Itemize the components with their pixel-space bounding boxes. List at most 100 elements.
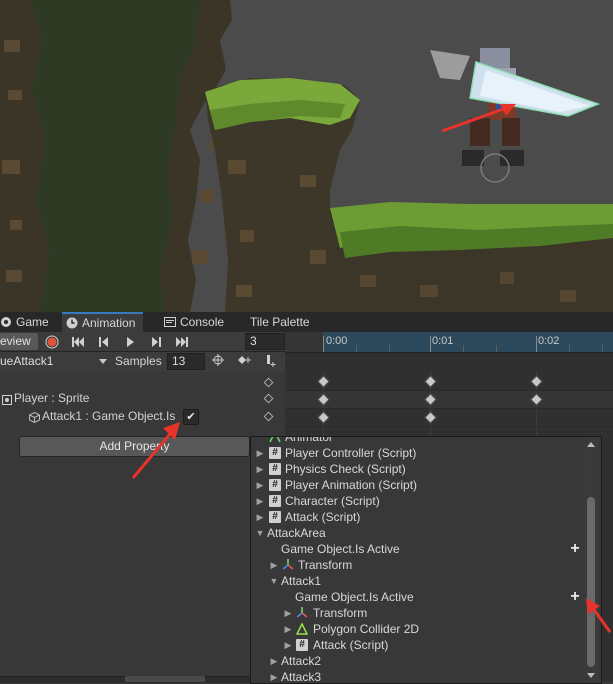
- keyframe[interactable]: [530, 393, 543, 406]
- scroll-up-icon[interactable]: [587, 442, 595, 447]
- keyframe[interactable]: [424, 393, 437, 406]
- keyframe[interactable]: [424, 411, 437, 424]
- preview-button[interactable]: eview: [0, 333, 38, 350]
- script-icon: #: [269, 511, 281, 523]
- chevron-right-icon: ▶: [256, 464, 264, 474]
- chevron-right-icon: ▶: [256, 480, 264, 490]
- add-property-button[interactable]: Add Property: [19, 436, 250, 457]
- transform-icon: [282, 559, 294, 571]
- ruler-label: 0:00: [326, 335, 348, 347]
- scroll-thumb[interactable]: [587, 497, 595, 667]
- time-ruler[interactable]: 0:00 0:01 0:02: [285, 332, 613, 353]
- keyframe[interactable]: [317, 393, 330, 406]
- add-attackarea-active-button[interactable]: +: [568, 541, 582, 557]
- samples-field[interactable]: 13: [167, 353, 205, 370]
- chevron-right-icon: ▶: [284, 608, 292, 618]
- script-icon: #: [269, 495, 281, 507]
- popup-item-label: Game Object.Is Active: [295, 590, 414, 604]
- ruler-label: 0:01: [432, 335, 454, 347]
- keyframe[interactable]: [317, 411, 330, 424]
- script-icon: #: [269, 463, 281, 475]
- popup-item[interactable]: ▶ # Attack (Script): [251, 509, 581, 525]
- ruler-tick: [430, 336, 431, 352]
- popup-item[interactable]: ▶ # Player Controller (Script): [251, 445, 581, 461]
- tab-console[interactable]: Console: [160, 312, 232, 332]
- popup-item-label: Transform: [298, 558, 353, 572]
- chevron-right-icon: ▶: [270, 560, 278, 570]
- chevron-right-icon: ▶: [256, 448, 264, 458]
- add-property-popup[interactable]: Animator ▶ # Player Controller (Script) …: [250, 436, 602, 684]
- last-keyframe-button[interactable]: [170, 333, 194, 350]
- ruler-tick: [496, 345, 497, 352]
- record-icon: [45, 335, 59, 349]
- ruler-tick: [536, 336, 537, 352]
- popup-item[interactable]: ▶ # Character (Script): [251, 493, 581, 509]
- clock-icon: [66, 316, 78, 329]
- popup-item[interactable]: Game Object.Is Active: [251, 589, 581, 605]
- add-event-button[interactable]: [258, 354, 282, 371]
- ruler-tick: [602, 345, 603, 352]
- script-icon: #: [296, 639, 308, 651]
- ruler-tick: [323, 336, 324, 352]
- add-keyframe-button[interactable]: [232, 354, 256, 371]
- popup-item-label: Attack1: [281, 574, 322, 588]
- step-back-icon: [99, 337, 108, 347]
- popup-group-attack2[interactable]: ▶ Attack2: [251, 653, 581, 669]
- popup-item-label: AttackArea: [267, 526, 326, 540]
- keyframe[interactable]: [317, 375, 330, 388]
- animation-playback-toolbar: eview 3: [0, 332, 285, 352]
- popup-item[interactable]: ▶ Transform: [251, 605, 581, 621]
- popup-item-label: Game Object.Is Active: [281, 542, 400, 556]
- popup-item[interactable]: Animator: [251, 436, 581, 445]
- property-row-attack1-active[interactable]: Attack1 : Game Object.Is ✔: [0, 408, 285, 425]
- scene-view[interactable]: [0, 0, 613, 312]
- popup-scrollbar[interactable]: [584, 437, 598, 682]
- chevron-right-icon: ▶: [256, 496, 264, 506]
- current-frame-field[interactable]: 3: [245, 333, 285, 350]
- polygon-collider-icon: [295, 622, 309, 635]
- popup-item-label: Animator: [285, 436, 334, 444]
- ruler-tick: [356, 345, 357, 352]
- scroll-down-icon[interactable]: [587, 673, 595, 678]
- skip-start-icon: [72, 337, 84, 347]
- prev-keyframe-button[interactable]: [92, 333, 116, 350]
- popup-item[interactable]: ▶ # Attack (Script): [251, 637, 581, 653]
- popup-group-attackarea[interactable]: ▼ AttackArea: [251, 525, 581, 541]
- tab-animation[interactable]: Animation: [62, 312, 144, 332]
- footer-tab[interactable]: [125, 676, 205, 682]
- keyframe[interactable]: [424, 375, 437, 388]
- active-checkbox[interactable]: ✔: [183, 409, 199, 425]
- keyframe[interactable]: [530, 375, 543, 388]
- popup-item[interactable]: ▶ Transform: [251, 557, 581, 573]
- play-icon: [127, 337, 134, 347]
- property-list: Player : Sprite Attack1 : Game Object.Is…: [0, 372, 285, 682]
- keyframe-toggle-icon[interactable]: [263, 377, 274, 388]
- play-button[interactable]: [118, 333, 142, 350]
- keyframe-toggle-icon[interactable]: [263, 393, 274, 404]
- popup-item-label: Transform: [313, 606, 368, 620]
- tab-label: Tile Palette: [250, 315, 310, 329]
- popup-item[interactable]: Game Object.Is Active: [251, 541, 581, 557]
- chevron-right-icon: ▶: [284, 624, 292, 634]
- first-keyframe-button[interactable]: [66, 333, 90, 350]
- popup-item[interactable]: ▶ # Physics Check (Script): [251, 461, 581, 477]
- property-row-player-sprite[interactable]: Player : Sprite: [0, 390, 285, 407]
- add-keyframe-icon: [238, 356, 251, 364]
- popup-group-attack1[interactable]: ▼ Attack1: [251, 573, 581, 589]
- popup-item-label: Attack (Script): [313, 638, 389, 652]
- ruler-tick: [569, 345, 570, 352]
- add-attack1-active-button[interactable]: +: [568, 589, 582, 605]
- record-button[interactable]: [40, 333, 64, 350]
- clip-dropdown[interactable]: ueAttack1: [0, 353, 110, 370]
- ruler-tick: [463, 345, 464, 352]
- keyframe-toggle-icon[interactable]: [263, 411, 274, 422]
- popup-item[interactable]: ▶ Polygon Collider 2D: [251, 621, 581, 637]
- tab-label: Game: [16, 315, 49, 329]
- next-keyframe-button[interactable]: [144, 333, 168, 350]
- tab-tile-palette[interactable]: Tile Palette: [246, 312, 318, 332]
- ruler-tick: [389, 345, 390, 352]
- tab-game[interactable]: Game: [0, 312, 57, 332]
- game-icon: [0, 314, 12, 327]
- snap-button[interactable]: [206, 354, 230, 371]
- popup-item[interactable]: ▶ # Player Animation (Script): [251, 477, 581, 493]
